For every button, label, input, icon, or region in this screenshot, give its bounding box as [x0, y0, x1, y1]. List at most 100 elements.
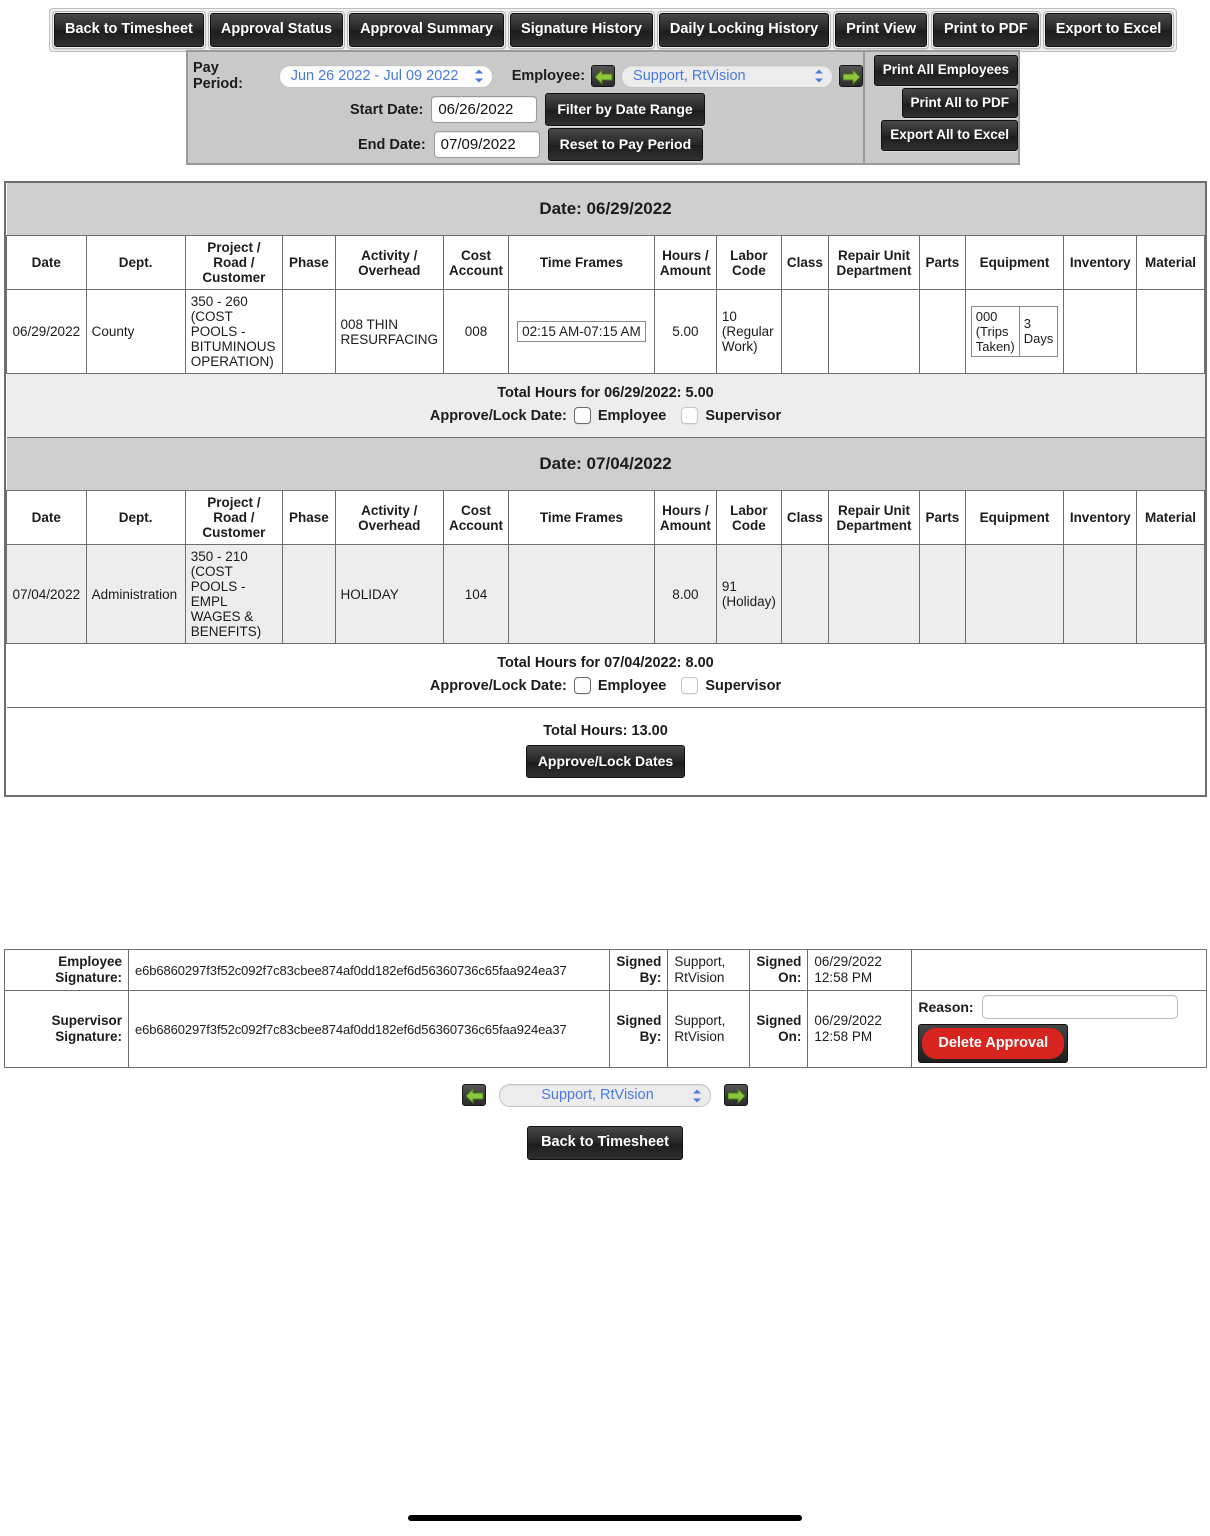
time-frame-value[interactable]: 02:15 AM-07:15 AM	[517, 321, 646, 342]
employee-select-bottom[interactable]: Support, RtVision	[499, 1084, 711, 1108]
filter-by-date-range-button[interactable]: Filter by Date Range	[545, 93, 705, 126]
col-repair-unit-dept: Repair Unit Department	[827, 490, 921, 545]
cell-date: 07/04/2022	[6, 544, 87, 644]
approve-lock-label-1: Approve/Lock Date:	[429, 407, 567, 424]
print-view-button[interactable]: Print View	[835, 13, 927, 47]
print-all-employees-button[interactable]: Print All Employees	[873, 55, 1018, 86]
export-all-to-excel-button[interactable]: Export All to Excel	[881, 120, 1018, 151]
employee-signed-on-date: 06/29/2022	[814, 954, 882, 969]
col-dept: Dept.	[85, 490, 186, 545]
col-hours-l2: Amount	[659, 262, 711, 278]
employee-signed-on-label: Signed On:	[749, 948, 809, 992]
reason-input[interactable]	[981, 995, 1178, 1020]
next-employee-button[interactable]	[839, 65, 864, 87]
cell-project: 350 - 260 (COST POOLS - BITUMINOUS OPERA…	[184, 289, 284, 374]
approval-summary-button[interactable]: Approval Summary	[349, 13, 505, 47]
cell-repair-unit-dept	[827, 544, 921, 644]
cell-inventory	[1063, 544, 1138, 644]
filter-panel-left: Pay Period: Jun 26 2022 - Jul 09 2022 Em…	[188, 52, 864, 163]
end-date-input[interactable]	[433, 131, 540, 158]
grand-total-row: Total Hours: 13.00 Approve/Lock Dates	[6, 707, 1205, 795]
cell-activity: HOLIDAY	[334, 544, 445, 644]
print-to-pdf-button[interactable]: Print to PDF	[933, 13, 1039, 47]
col-labor-code: Labor Code	[715, 235, 782, 290]
table-header-row: Date Dept. Project / Road / Customer Pha…	[6, 490, 1205, 545]
reason-label: Reason:	[918, 999, 974, 1016]
employee-signature-label: Employee Signature:	[4, 948, 129, 992]
supervisor-signed-by-l2: By:	[639, 1029, 662, 1045]
col-material: Material	[1136, 235, 1205, 290]
next-employee-button-bottom[interactable]	[724, 1084, 749, 1106]
start-date-input[interactable]	[431, 96, 538, 123]
employee-approve-checkbox-1[interactable]	[573, 407, 591, 424]
employee-approve-checkbox-2[interactable]	[573, 677, 591, 694]
back-to-timesheet-button[interactable]: Back to Timesheet	[54, 13, 204, 47]
cell-equipment	[964, 544, 1065, 644]
supervisor-signed-on-value: 06/29/2022 12:58 PM	[807, 990, 913, 1069]
cell-dept: County	[85, 289, 186, 374]
supervisor-signature-hash: e6b6860297f3f52c092f7c83cbee874af0dd182e…	[127, 990, 611, 1069]
cell-phase	[282, 544, 336, 644]
timesheet-container: Date: 06/29/2022 Date Dept. Project / Ro…	[4, 181, 1207, 797]
col-material: Material	[1136, 490, 1205, 545]
approval-status-button[interactable]: Approval Status	[209, 13, 344, 47]
previous-employee-button[interactable]	[591, 65, 616, 87]
previous-employee-button-bottom[interactable]	[461, 1084, 486, 1106]
employee-signed-on-time: 12:58 PM	[814, 970, 873, 986]
signature-table: Employee Signature: e6b6860297f3f52c092f…	[4, 948, 1207, 1069]
cell-phase	[282, 289, 336, 374]
col-repair-l2: Department	[836, 262, 912, 278]
export-to-excel-button[interactable]: Export to Excel	[1044, 13, 1173, 47]
date-banner-row: Date: 07/04/2022	[6, 437, 1205, 491]
col-time-frames: Time Frames	[508, 235, 655, 290]
print-all-to-pdf-button[interactable]: Print All to PDF	[901, 87, 1018, 118]
employee-signature-row: Employee Signature: e6b6860297f3f52c092f…	[4, 948, 1207, 992]
signature-history-button[interactable]: Signature History	[510, 13, 653, 47]
equipment-qty: 3 Days	[1018, 305, 1059, 358]
employee-checkbox-label-2: Employee	[597, 677, 667, 694]
approve-lock-dates-button[interactable]: Approve/Lock Dates	[525, 745, 686, 778]
supervisor-signed-on-time: 12:58 PM	[814, 1029, 873, 1045]
employee-signature-label-l2: Signature:	[55, 970, 122, 986]
col-equipment: Equipment	[964, 490, 1065, 545]
delete-approval-button[interactable]: Delete Approval	[922, 1028, 1065, 1060]
back-to-timesheet-button-bottom[interactable]: Back to Timesheet	[527, 1126, 683, 1160]
col-project: Project / Road / Customer	[184, 235, 284, 290]
col-activity: Activity / Overhead	[334, 235, 445, 290]
employee-signed-by-label: Signed By:	[609, 948, 669, 992]
col-labor-l2: Code	[731, 517, 766, 533]
employee-select-wrap: Support, RtVision	[621, 64, 834, 88]
col-cost-l1: Cost	[461, 502, 492, 518]
supervisor-signed-on-label: Signed On:	[749, 990, 809, 1069]
pay-period-select[interactable]: Jun 26 2022 - Jul 09 2022	[278, 64, 493, 88]
col-project-l3: Customer	[202, 525, 266, 540]
cell-class	[780, 544, 829, 644]
col-inventory: Inventory	[1063, 490, 1138, 545]
daily-locking-history-button-ring: Daily Locking History	[656, 11, 832, 49]
col-repair-l1: Repair Unit	[837, 502, 910, 518]
date-banner-2: Date: 07/04/2022	[6, 437, 1205, 491]
cell-class	[780, 289, 829, 374]
employee-signed-by-value: Support, RtVision	[667, 948, 751, 992]
cell-parts	[919, 289, 966, 374]
employee-select[interactable]: Support, RtVision	[621, 64, 834, 88]
supervisor-approve-checkbox-1[interactable]	[681, 407, 699, 424]
cell-date: 06/29/2022	[6, 289, 87, 374]
grand-total-text: Total Hours: 13.00	[543, 723, 668, 739]
col-labor-l1: Labor	[730, 502, 768, 518]
col-cost-l2: Account	[449, 262, 504, 278]
total-hours-text-2: Total Hours for 07/04/2022: 8.00	[497, 655, 714, 671]
col-date: Date	[6, 235, 87, 290]
col-parts: Parts	[919, 235, 966, 290]
supervisor-approve-checkbox-2[interactable]	[681, 677, 699, 694]
reset-to-pay-period-button[interactable]: Reset to Pay Period	[547, 128, 704, 161]
cell-cost-account: 104	[443, 544, 510, 644]
daily-locking-history-button[interactable]: Daily Locking History	[658, 13, 830, 47]
back-to-timesheet-button-ring: Back to Timesheet	[52, 11, 206, 49]
employee-label: Employee:	[511, 68, 586, 84]
cell-inventory	[1063, 289, 1138, 374]
print-to-pdf-button-ring: Print to PDF	[931, 11, 1041, 49]
col-inventory: Inventory	[1063, 235, 1138, 290]
supervisor-signature-label: Supervisor Signature:	[4, 990, 129, 1069]
equipment-code: 000 (Trips Taken)	[970, 305, 1020, 358]
